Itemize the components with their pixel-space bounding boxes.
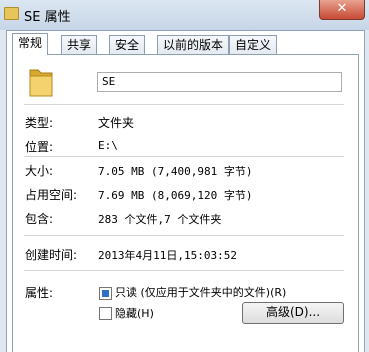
tab-security[interactable]: 安全 — [109, 35, 146, 54]
location-label: 位置: — [25, 140, 54, 154]
disk-size-label: 占用空间: — [25, 188, 78, 202]
tab-previous-versions[interactable]: 以前的版本 — [157, 35, 230, 54]
size-label: 大小: — [25, 164, 54, 178]
location-value: E:\ — [98, 139, 118, 152]
readonly-label: 只读 (仅应用于文件夹中的文件)(R) — [115, 286, 287, 299]
folder-icon — [4, 7, 19, 20]
created-label: 创建时间: — [25, 248, 78, 262]
attributes-label: 属性: — [25, 286, 54, 300]
type-value: 文件夹 — [98, 116, 135, 130]
hidden-checkbox[interactable] — [99, 307, 112, 320]
hidden-label: 隐藏(H) — [115, 307, 154, 320]
tab-customize[interactable]: 自定义 — [229, 35, 278, 54]
separator — [24, 104, 344, 105]
contains-label: 包含: — [25, 212, 54, 226]
window-title: SE 属性 — [24, 10, 71, 25]
close-button[interactable]: ✕ — [319, 0, 365, 20]
type-label: 类型: — [25, 116, 54, 130]
separator — [24, 270, 344, 271]
size-value: 7.05 MB (7,400,981 字节) — [98, 165, 253, 178]
created-value: 2013年4月11日,15:03:52 — [98, 249, 237, 262]
separator — [24, 235, 344, 236]
advanced-button[interactable]: 高级(D)... — [242, 302, 344, 324]
separator — [24, 156, 344, 157]
disk-size-value: 7.69 MB (8,069,120 字节) — [98, 189, 253, 202]
contains-value: 283 个文件,7 个文件夹 — [98, 213, 222, 226]
readonly-checkbox[interactable] — [99, 287, 112, 300]
tab-general[interactable]: 常规 — [12, 33, 49, 55]
folder-name-field[interactable]: SE — [97, 72, 342, 92]
folder-large-icon — [29, 69, 53, 97]
tab-sharing[interactable]: 共享 — [61, 35, 98, 54]
title-bar: SE 属性 ✕ — [0, 0, 369, 30]
